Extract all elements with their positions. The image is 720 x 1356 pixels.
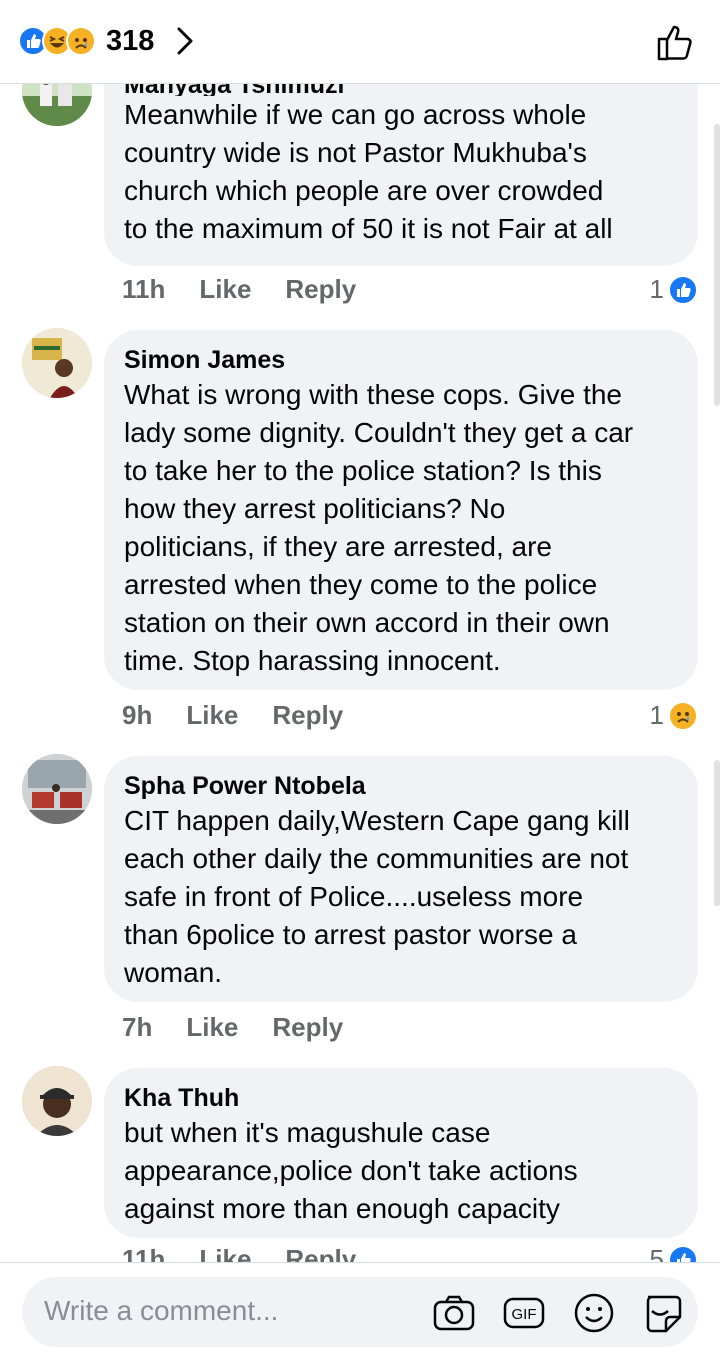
sad-icon bbox=[66, 26, 96, 56]
like-button[interactable]: Like bbox=[199, 274, 251, 305]
comment-composer: Write a comment... GIF bbox=[0, 1262, 720, 1356]
chevron-right-icon bbox=[177, 27, 193, 55]
comment-bubble[interactable]: Kha Thuh but when it's magushule case ap… bbox=[104, 1068, 698, 1238]
like-button[interactable]: Like bbox=[186, 700, 238, 731]
comment-actions: 9h Like Reply bbox=[122, 700, 343, 731]
reaction-summary[interactable]: 318 bbox=[18, 24, 198, 58]
comment-time[interactable]: 11h bbox=[122, 274, 165, 305]
comment-actions: 7h Like Reply bbox=[122, 1012, 343, 1043]
comment-bubble[interactable]: Spha Power Ntobela CIT happen daily,West… bbox=[104, 756, 698, 1002]
comment-text: CIT happen daily,Western Cape gang kill … bbox=[124, 805, 630, 988]
comment-author[interactable]: Kha Thuh bbox=[124, 1082, 678, 1114]
like-icon bbox=[668, 274, 698, 305]
camera-icon[interactable] bbox=[432, 1291, 476, 1335]
reply-button[interactable]: Reply bbox=[272, 1012, 343, 1043]
emoji-icon[interactable] bbox=[572, 1291, 616, 1335]
scrollbar[interactable] bbox=[714, 760, 720, 906]
comment-bubble[interactable]: Simon James What is wrong with these cop… bbox=[104, 330, 698, 690]
comment-time[interactable]: 7h bbox=[122, 1012, 152, 1043]
sad-icon bbox=[668, 700, 698, 731]
reactions-header: 318 bbox=[0, 0, 720, 84]
avatar[interactable] bbox=[22, 328, 92, 398]
reaction-count: 318 bbox=[106, 24, 155, 57]
comment-placeholder: Write a comment... bbox=[44, 1295, 279, 1326]
sticker-icon[interactable] bbox=[640, 1291, 684, 1335]
comment-actions: 11h Like Reply bbox=[122, 274, 356, 305]
svg-text:GIF: GIF bbox=[512, 1306, 537, 1323]
scrollbar[interactable] bbox=[714, 124, 720, 406]
comment-text: but when it's magushule case appearance,… bbox=[124, 1117, 578, 1224]
comment-time[interactable]: 9h bbox=[122, 700, 152, 731]
comment-author[interactable]: Spha Power Ntobela bbox=[124, 770, 678, 802]
like-button[interactable]: Like bbox=[186, 1012, 238, 1043]
avatar[interactable] bbox=[22, 1066, 92, 1136]
gif-icon[interactable]: GIF bbox=[502, 1291, 546, 1335]
reply-button[interactable]: Reply bbox=[272, 700, 343, 731]
avatar[interactable] bbox=[22, 754, 92, 824]
reaction-count: 1 bbox=[649, 700, 664, 730]
thumbs-up-icon[interactable] bbox=[656, 22, 694, 62]
reply-button[interactable]: Reply bbox=[285, 274, 356, 305]
comment-text: What is wrong with these cops. Give the … bbox=[124, 379, 634, 676]
comment-reactions[interactable]: 1 bbox=[650, 700, 698, 731]
comment-author[interactable]: Simon James bbox=[124, 344, 678, 376]
reaction-count: 1 bbox=[649, 274, 664, 304]
comment-reactions[interactable]: 1 bbox=[650, 274, 698, 305]
comment-input[interactable]: Write a comment... GIF bbox=[22, 1277, 698, 1347]
comment-text: Meanwhile if we can go across whole coun… bbox=[124, 99, 613, 244]
